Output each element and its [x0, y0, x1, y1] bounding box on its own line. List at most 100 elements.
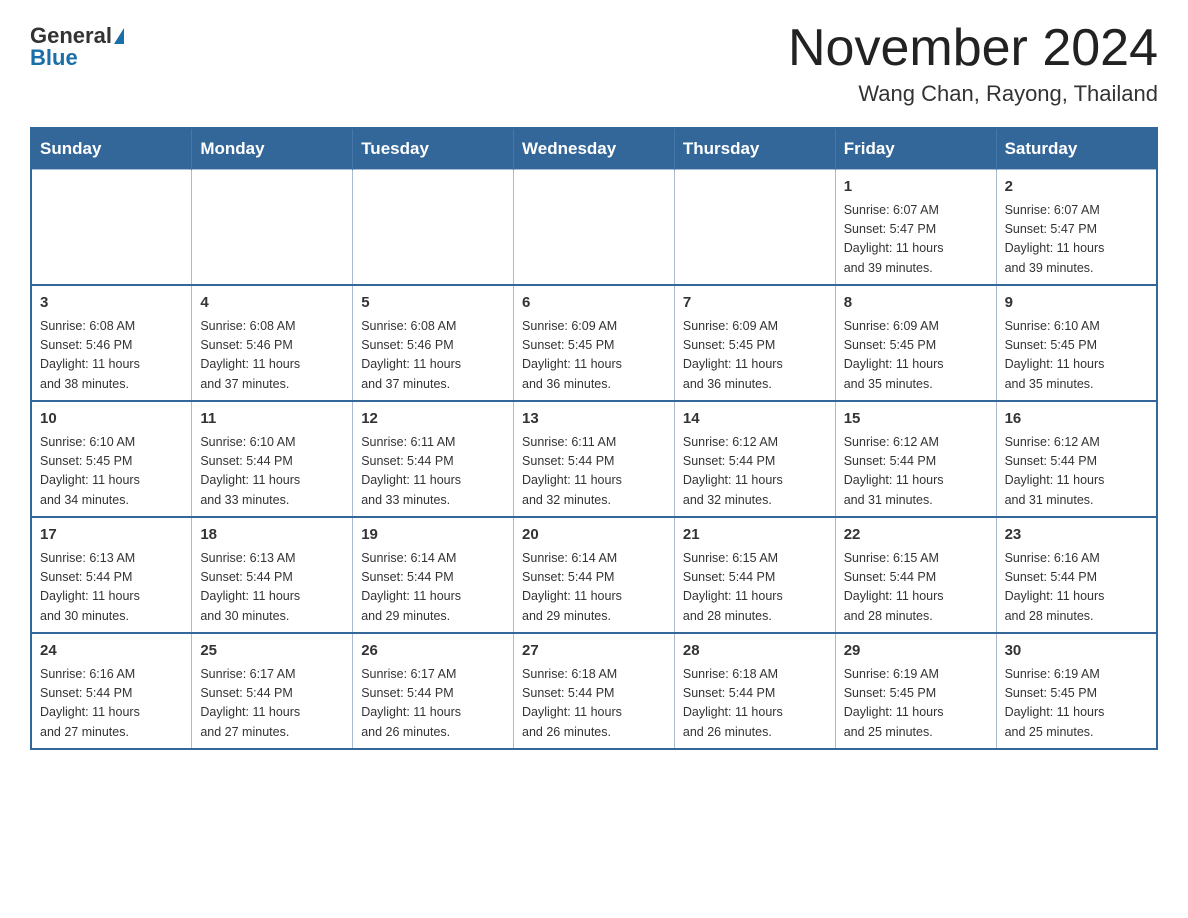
day-info: Sunrise: 6:07 AMSunset: 5:47 PMDaylight:… — [844, 201, 988, 279]
day-info: Sunrise: 6:15 AMSunset: 5:44 PMDaylight:… — [844, 549, 988, 627]
calendar-cell: 5Sunrise: 6:08 AMSunset: 5:46 PMDaylight… — [353, 285, 514, 401]
location-subtitle: Wang Chan, Rayong, Thailand — [788, 81, 1158, 107]
calendar-header: SundayMondayTuesdayWednesdayThursdayFrid… — [31, 128, 1157, 170]
day-info: Sunrise: 6:13 AMSunset: 5:44 PMDaylight:… — [200, 549, 344, 627]
calendar-cell: 26Sunrise: 6:17 AMSunset: 5:44 PMDayligh… — [353, 633, 514, 749]
day-number: 25 — [200, 640, 344, 663]
calendar-body: 1Sunrise: 6:07 AMSunset: 5:47 PMDaylight… — [31, 170, 1157, 750]
calendar-cell: 25Sunrise: 6:17 AMSunset: 5:44 PMDayligh… — [192, 633, 353, 749]
day-number: 30 — [1005, 640, 1148, 663]
calendar-cell — [514, 170, 675, 286]
day-number: 26 — [361, 640, 505, 663]
calendar-cell: 29Sunrise: 6:19 AMSunset: 5:45 PMDayligh… — [835, 633, 996, 749]
calendar-cell: 20Sunrise: 6:14 AMSunset: 5:44 PMDayligh… — [514, 517, 675, 633]
page-header: General Blue November 2024 Wang Chan, Ra… — [30, 20, 1158, 107]
day-number: 23 — [1005, 524, 1148, 547]
day-number: 15 — [844, 408, 988, 431]
day-info: Sunrise: 6:14 AMSunset: 5:44 PMDaylight:… — [361, 549, 505, 627]
day-number: 29 — [844, 640, 988, 663]
day-number: 21 — [683, 524, 827, 547]
day-number: 24 — [40, 640, 183, 663]
month-year-title: November 2024 — [788, 20, 1158, 77]
day-number: 11 — [200, 408, 344, 431]
calendar-cell: 10Sunrise: 6:10 AMSunset: 5:45 PMDayligh… — [31, 401, 192, 517]
calendar-cell: 8Sunrise: 6:09 AMSunset: 5:45 PMDaylight… — [835, 285, 996, 401]
calendar-cell — [674, 170, 835, 286]
day-number: 13 — [522, 408, 666, 431]
calendar-cell: 12Sunrise: 6:11 AMSunset: 5:44 PMDayligh… — [353, 401, 514, 517]
day-number: 4 — [200, 292, 344, 315]
day-info: Sunrise: 6:18 AMSunset: 5:44 PMDaylight:… — [522, 665, 666, 743]
day-info: Sunrise: 6:08 AMSunset: 5:46 PMDaylight:… — [200, 317, 344, 395]
day-info: Sunrise: 6:08 AMSunset: 5:46 PMDaylight:… — [361, 317, 505, 395]
day-number: 10 — [40, 408, 183, 431]
header-friday: Friday — [835, 128, 996, 170]
logo-triangle-icon — [114, 28, 124, 44]
calendar-week-3: 10Sunrise: 6:10 AMSunset: 5:45 PMDayligh… — [31, 401, 1157, 517]
calendar-cell: 23Sunrise: 6:16 AMSunset: 5:44 PMDayligh… — [996, 517, 1157, 633]
calendar-cell: 19Sunrise: 6:14 AMSunset: 5:44 PMDayligh… — [353, 517, 514, 633]
calendar-week-1: 1Sunrise: 6:07 AMSunset: 5:47 PMDaylight… — [31, 170, 1157, 286]
calendar-cell: 28Sunrise: 6:18 AMSunset: 5:44 PMDayligh… — [674, 633, 835, 749]
day-info: Sunrise: 6:11 AMSunset: 5:44 PMDaylight:… — [361, 433, 505, 511]
calendar-cell — [31, 170, 192, 286]
title-block: November 2024 Wang Chan, Rayong, Thailan… — [788, 20, 1158, 107]
day-number: 12 — [361, 408, 505, 431]
calendar-cell: 2Sunrise: 6:07 AMSunset: 5:47 PMDaylight… — [996, 170, 1157, 286]
day-info: Sunrise: 6:10 AMSunset: 5:44 PMDaylight:… — [200, 433, 344, 511]
day-number: 2 — [1005, 176, 1148, 199]
day-info: Sunrise: 6:12 AMSunset: 5:44 PMDaylight:… — [1005, 433, 1148, 511]
day-number: 1 — [844, 176, 988, 199]
header-sunday: Sunday — [31, 128, 192, 170]
day-info: Sunrise: 6:16 AMSunset: 5:44 PMDaylight:… — [40, 665, 183, 743]
calendar-week-5: 24Sunrise: 6:16 AMSunset: 5:44 PMDayligh… — [31, 633, 1157, 749]
day-info: Sunrise: 6:10 AMSunset: 5:45 PMDaylight:… — [40, 433, 183, 511]
day-info: Sunrise: 6:09 AMSunset: 5:45 PMDaylight:… — [522, 317, 666, 395]
day-number: 19 — [361, 524, 505, 547]
logo-general-text: General — [30, 25, 112, 47]
logo: General Blue — [30, 20, 124, 69]
day-info: Sunrise: 6:08 AMSunset: 5:46 PMDaylight:… — [40, 317, 183, 395]
day-number: 8 — [844, 292, 988, 315]
day-number: 6 — [522, 292, 666, 315]
calendar-week-4: 17Sunrise: 6:13 AMSunset: 5:44 PMDayligh… — [31, 517, 1157, 633]
calendar-cell: 9Sunrise: 6:10 AMSunset: 5:45 PMDaylight… — [996, 285, 1157, 401]
day-info: Sunrise: 6:17 AMSunset: 5:44 PMDaylight:… — [361, 665, 505, 743]
day-info: Sunrise: 6:19 AMSunset: 5:45 PMDaylight:… — [1005, 665, 1148, 743]
day-info: Sunrise: 6:16 AMSunset: 5:44 PMDaylight:… — [1005, 549, 1148, 627]
calendar-cell — [192, 170, 353, 286]
day-number: 28 — [683, 640, 827, 663]
header-monday: Monday — [192, 128, 353, 170]
day-info: Sunrise: 6:15 AMSunset: 5:44 PMDaylight:… — [683, 549, 827, 627]
day-info: Sunrise: 6:13 AMSunset: 5:44 PMDaylight:… — [40, 549, 183, 627]
day-info: Sunrise: 6:18 AMSunset: 5:44 PMDaylight:… — [683, 665, 827, 743]
header-saturday: Saturday — [996, 128, 1157, 170]
day-number: 5 — [361, 292, 505, 315]
day-info: Sunrise: 6:19 AMSunset: 5:45 PMDaylight:… — [844, 665, 988, 743]
calendar-cell: 1Sunrise: 6:07 AMSunset: 5:47 PMDaylight… — [835, 170, 996, 286]
calendar-cell: 18Sunrise: 6:13 AMSunset: 5:44 PMDayligh… — [192, 517, 353, 633]
header-thursday: Thursday — [674, 128, 835, 170]
calendar-cell — [353, 170, 514, 286]
calendar-cell: 7Sunrise: 6:09 AMSunset: 5:45 PMDaylight… — [674, 285, 835, 401]
day-number: 18 — [200, 524, 344, 547]
calendar-cell: 14Sunrise: 6:12 AMSunset: 5:44 PMDayligh… — [674, 401, 835, 517]
calendar-cell: 16Sunrise: 6:12 AMSunset: 5:44 PMDayligh… — [996, 401, 1157, 517]
calendar-cell: 3Sunrise: 6:08 AMSunset: 5:46 PMDaylight… — [31, 285, 192, 401]
day-number: 7 — [683, 292, 827, 315]
calendar-cell: 27Sunrise: 6:18 AMSunset: 5:44 PMDayligh… — [514, 633, 675, 749]
calendar-table: SundayMondayTuesdayWednesdayThursdayFrid… — [30, 127, 1158, 750]
calendar-cell: 24Sunrise: 6:16 AMSunset: 5:44 PMDayligh… — [31, 633, 192, 749]
day-number: 3 — [40, 292, 183, 315]
day-info: Sunrise: 6:11 AMSunset: 5:44 PMDaylight:… — [522, 433, 666, 511]
header-tuesday: Tuesday — [353, 128, 514, 170]
day-number: 27 — [522, 640, 666, 663]
calendar-week-2: 3Sunrise: 6:08 AMSunset: 5:46 PMDaylight… — [31, 285, 1157, 401]
logo-blue-text: Blue — [30, 47, 78, 69]
calendar-cell: 21Sunrise: 6:15 AMSunset: 5:44 PMDayligh… — [674, 517, 835, 633]
day-number: 9 — [1005, 292, 1148, 315]
day-info: Sunrise: 6:17 AMSunset: 5:44 PMDaylight:… — [200, 665, 344, 743]
day-info: Sunrise: 6:12 AMSunset: 5:44 PMDaylight:… — [844, 433, 988, 511]
calendar-cell: 11Sunrise: 6:10 AMSunset: 5:44 PMDayligh… — [192, 401, 353, 517]
day-info: Sunrise: 6:09 AMSunset: 5:45 PMDaylight:… — [844, 317, 988, 395]
